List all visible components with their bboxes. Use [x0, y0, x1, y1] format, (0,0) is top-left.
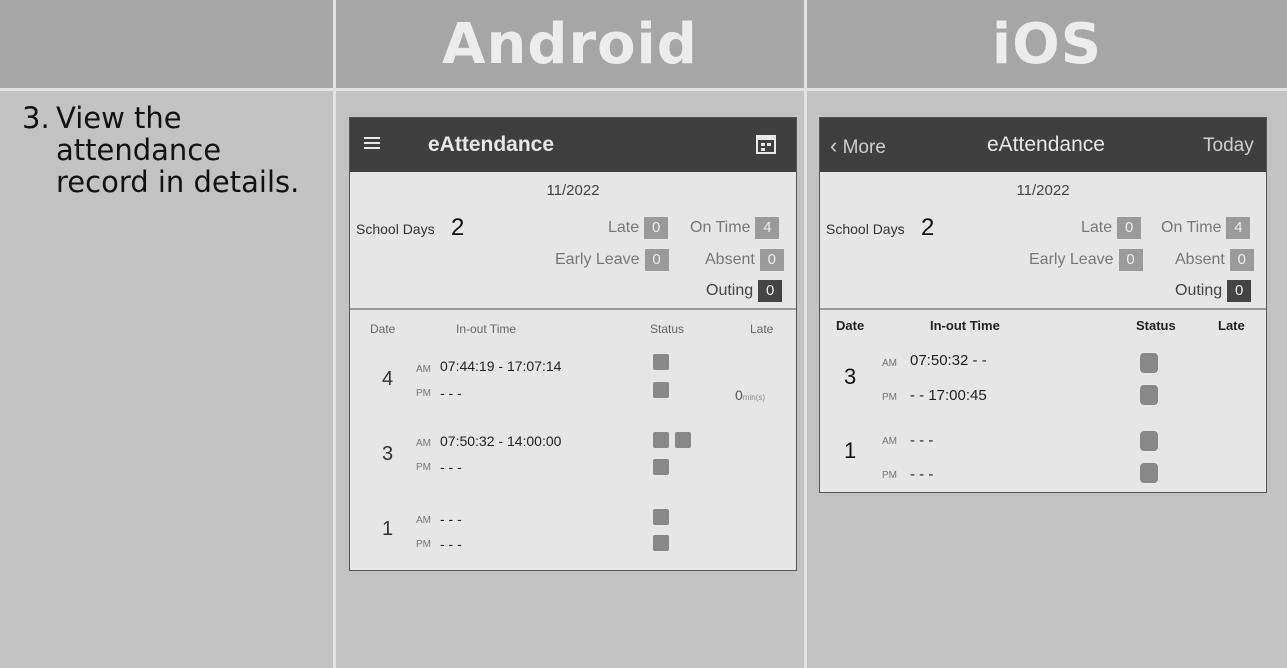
am-time: 07:44:19 - 17:07:14: [440, 358, 562, 374]
record-date: 1: [382, 518, 394, 540]
column-late: Late: [750, 322, 774, 336]
ios-nav-bar: ‹ More eAttendance Today: [820, 118, 1266, 172]
android-app-title: eAttendance: [428, 133, 555, 156]
android-heading: Android: [442, 11, 698, 77]
header-cell-left: [0, 0, 333, 88]
early-leave-count-badge: 0: [644, 249, 669, 271]
am-label: AM: [882, 358, 897, 369]
am-label: AM: [416, 438, 431, 449]
pm-label: PM: [416, 462, 431, 473]
header-ios: iOS: [807, 0, 1287, 88]
status-square: [1140, 385, 1158, 405]
pm-label: PM: [882, 470, 897, 481]
status-square: [1140, 431, 1158, 451]
stat-early-leave: Early Leave 0: [1029, 249, 1143, 271]
am-label: AM: [882, 436, 897, 447]
on-time-count-badge: 4: [755, 217, 780, 239]
pm-time: - - -: [910, 466, 934, 483]
on-time-count-badge: 4: [1226, 217, 1251, 239]
step-text: View the attendance record in details.: [56, 101, 300, 199]
pm-label: PM: [416, 539, 431, 550]
header-android: Android: [336, 0, 804, 88]
stat-outing: Outing 0: [706, 280, 783, 302]
am-time: 07:50:32 - 14:00:00: [440, 433, 562, 449]
column-in-out-time: In-out Time: [930, 318, 1000, 333]
am-time: - - -: [440, 511, 462, 527]
status-square: [653, 382, 669, 398]
pm-label: PM: [416, 388, 431, 399]
attendance-summary: 11/2022 School Days 2 Late 0 On Time 4 Ear…: [350, 172, 796, 310]
ios-app-title: eAttendance: [987, 133, 1105, 156]
status-square: [653, 509, 669, 525]
android-screen: eAttendance 11/2022 School Days 2 Late 0 …: [349, 117, 797, 571]
school-days-value: 2: [921, 214, 935, 241]
stat-early-leave: Early Leave 0: [555, 249, 669, 271]
ios-heading: iOS: [991, 11, 1103, 77]
pm-time: - - -: [440, 459, 462, 475]
record-date: 1: [844, 438, 857, 463]
stat-late: Late 0: [1081, 217, 1142, 239]
early-leave-count-badge: 0: [1118, 249, 1143, 271]
status-square: [1140, 353, 1158, 373]
status-square: [653, 535, 669, 551]
stat-absent: Absent 0: [705, 249, 784, 271]
column-in-out-time: In-out Time: [456, 322, 517, 336]
back-button[interactable]: ‹ More: [830, 133, 886, 159]
calendar-icon[interactable]: [755, 133, 777, 155]
column-status: Status: [650, 322, 685, 336]
status-square: [675, 432, 691, 448]
pm-time: - - 17:00:45: [910, 387, 987, 404]
am-label: AM: [416, 515, 431, 526]
outing-count-badge: 0: [758, 280, 783, 302]
school-days-label: School Days: [356, 221, 435, 237]
month-label: 11/2022: [1016, 182, 1070, 199]
status-square: [653, 354, 669, 370]
column-date: Date: [370, 322, 396, 336]
hamburger-icon[interactable]: [364, 136, 380, 150]
school-days-value: 2: [451, 214, 465, 241]
column-status: Status: [1136, 318, 1176, 333]
ios-screen: ‹ More eAttendance Today 11/2022 School …: [819, 117, 1267, 493]
pm-label: PM: [882, 392, 897, 403]
stat-late: Late 0: [608, 217, 669, 239]
android-app-bar: eAttendance: [350, 118, 796, 172]
status-square: [653, 459, 669, 475]
record-date: 3: [382, 443, 394, 465]
late-count-badge: 0: [644, 217, 669, 239]
today-button[interactable]: Today: [1203, 135, 1254, 157]
am-label: AM: [416, 364, 431, 375]
school-days-label: School Days: [826, 221, 905, 237]
chevron-left-icon: ‹: [830, 133, 838, 158]
late-minutes: 0min(s): [735, 387, 766, 403]
column-divider: [804, 0, 807, 668]
column-divider: [333, 0, 336, 668]
absent-count-badge: 0: [1229, 249, 1254, 271]
am-time: - - -: [910, 432, 934, 449]
attendance-summary: 11/2022 School Days 2 Late 0 On Time 4 Ear…: [820, 172, 1266, 310]
stat-outing: Outing 0: [1175, 280, 1252, 302]
stat-on-time: On Time 4: [690, 217, 780, 239]
stat-absent: Absent 0: [1175, 249, 1254, 271]
pm-time: - - -: [440, 385, 462, 401]
month-label: 11/2022: [546, 182, 600, 199]
column-date: Date: [836, 318, 865, 333]
record-date: 3: [844, 364, 857, 389]
stat-on-time: On Time 4: [1161, 217, 1251, 239]
outing-count-badge: 0: [1227, 280, 1252, 302]
column-late: Late: [1218, 318, 1245, 333]
step-number: 3.: [22, 101, 50, 135]
am-time: 07:50:32 - -: [910, 352, 987, 369]
pm-time: - - -: [440, 536, 462, 552]
record-date: 4: [382, 368, 394, 390]
late-count-badge: 0: [1117, 217, 1142, 239]
instruction: 3. View the attendance record in details…: [22, 102, 322, 198]
status-square: [1140, 463, 1158, 483]
status-square: [653, 432, 669, 448]
absent-count-badge: 0: [759, 249, 784, 271]
row-divider: [0, 88, 1287, 91]
